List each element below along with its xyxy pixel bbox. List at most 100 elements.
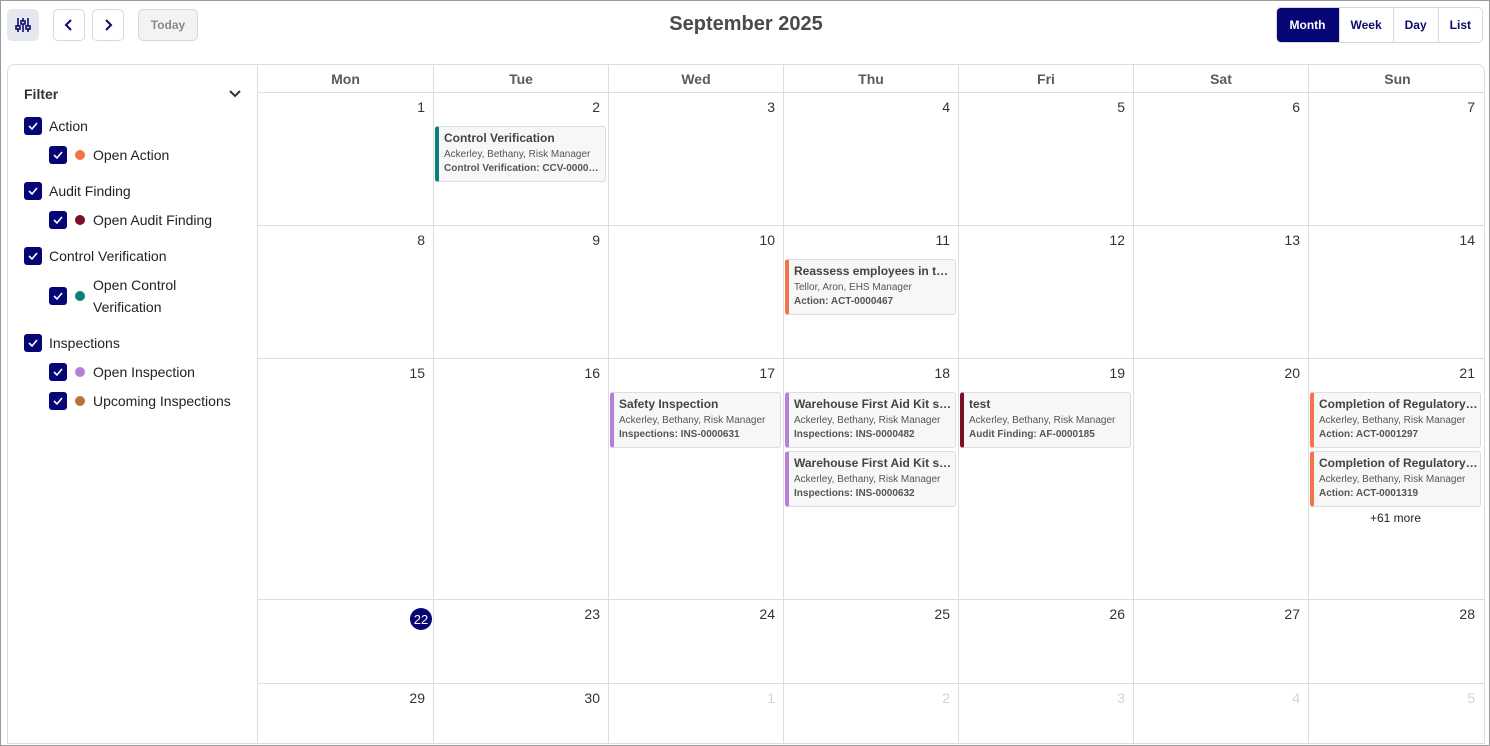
day-number[interactable]: 10	[735, 232, 775, 248]
day-cell[interactable]	[258, 599, 433, 683]
day-number[interactable]: 11	[910, 232, 950, 248]
event-record-id: Inspections: INS-0000631	[619, 429, 740, 440]
weekday-header-wed: Wed	[608, 65, 783, 92]
day-number[interactable]: 7	[1435, 99, 1475, 115]
calendar-event[interactable]: test Ackerley, Bethany, Risk Manager Audit…	[960, 392, 1131, 448]
day-number[interactable]: 28	[1435, 606, 1475, 622]
view-day-button[interactable]: Day	[1392, 8, 1438, 42]
event-record-id: Action: ACT-0001319	[1319, 488, 1419, 499]
day-number[interactable]: 2	[560, 99, 600, 115]
day-number[interactable]: 3	[735, 99, 775, 115]
checkbox[interactable]	[24, 117, 42, 135]
checkbox[interactable]	[49, 392, 67, 410]
event-assignee: Ackerley, Bethany, Risk Manager	[794, 474, 941, 485]
next-month-button[interactable]	[92, 9, 124, 41]
day-number[interactable]: 21	[1435, 365, 1475, 381]
filter-group-audit-finding[interactable]: Audit Finding	[24, 182, 131, 202]
view-switcher: Month Week Day List	[1275, 7, 1483, 43]
today-button[interactable]: Today	[138, 9, 198, 41]
day-number[interactable]: 16	[560, 365, 600, 381]
weekday-header-sun: Sun	[1308, 65, 1484, 92]
day-cell[interactable]	[258, 358, 433, 599]
day-number[interactable]: 5	[1085, 99, 1125, 115]
filter-group-control-verification[interactable]: Control Verification	[24, 247, 167, 267]
day-number[interactable]: 9	[560, 232, 600, 248]
color-dot-icon	[75, 291, 85, 301]
checkbox[interactable]	[24, 334, 42, 352]
day-number[interactable]: 4	[1260, 690, 1300, 706]
view-month-button[interactable]: Month	[1276, 8, 1339, 42]
page-title: September 2025	[669, 13, 823, 35]
color-dot-icon	[75, 215, 85, 225]
day-number[interactable]: 8	[385, 232, 425, 248]
event-title: Warehouse First Aid Kit safety check	[794, 456, 954, 470]
more-events-link[interactable]: +61 more	[1310, 511, 1481, 525]
calendar-event[interactable]: Warehouse First Aid Kit safety check Acke…	[785, 392, 956, 448]
filter-group-inspections[interactable]: Inspections	[24, 334, 120, 354]
day-number[interactable]: 18	[910, 365, 950, 381]
day-cell[interactable]	[1133, 358, 1308, 599]
day-number[interactable]: 5	[1435, 690, 1475, 706]
event-title: Control Verification	[444, 131, 555, 145]
weekday-header-mon: Mon	[331, 70, 360, 87]
day-number[interactable]: 26	[1085, 606, 1125, 622]
filter-item-upcoming-inspections[interactable]: Upcoming Inspections	[49, 392, 231, 412]
filter-group-action[interactable]: Action	[24, 117, 88, 137]
filter-item-open-audit-finding[interactable]: Open Audit Finding	[49, 211, 212, 231]
calendar-event[interactable]: Safety Inspection Ackerley, Bethany, Risk…	[610, 392, 781, 448]
day-number[interactable]: 6	[1260, 99, 1300, 115]
filter-toggle-button[interactable]	[7, 9, 39, 41]
day-number[interactable]: 15	[385, 365, 425, 381]
day-number[interactable]: 25	[910, 606, 950, 622]
filter-label: Audit Finding	[49, 183, 131, 199]
day-number[interactable]: 12	[1085, 232, 1125, 248]
day-number[interactable]: 27	[1260, 606, 1300, 622]
calendar-event[interactable]: Completion of Regulatory Review Ackerley,…	[1310, 392, 1481, 448]
color-dot-icon	[75, 396, 85, 406]
day-number[interactable]: 29	[385, 690, 425, 706]
filter-item-open-control-verification[interactable]: Open Control Verification	[49, 276, 203, 318]
event-title: test	[969, 397, 991, 411]
checkbox[interactable]	[49, 287, 67, 305]
view-week-button[interactable]: Week	[1338, 8, 1393, 42]
day-number[interactable]: 13	[1260, 232, 1300, 248]
day-number[interactable]: 14	[1435, 232, 1475, 248]
event-assignee: Ackerley, Bethany, Risk Manager	[1319, 474, 1466, 485]
day-number[interactable]: 23	[560, 606, 600, 622]
day-number[interactable]: 17	[735, 365, 775, 381]
checkbox[interactable]	[24, 247, 42, 265]
check-icon	[53, 292, 63, 301]
calendar-event[interactable]: Completion of Regulatory Review Ackerley,…	[1310, 451, 1481, 507]
event-title: Completion of Regulatory Review	[1319, 456, 1479, 470]
day-number[interactable]: 20	[1260, 365, 1300, 381]
filter-item-open-inspection[interactable]: Open Inspection	[49, 363, 195, 383]
filter-item-open-action[interactable]: Open Action	[49, 146, 169, 166]
calendar-event[interactable]: Warehouse First Aid Kit safety check Acke…	[785, 451, 956, 507]
filter-label: Open Inspection	[93, 364, 195, 380]
filter-label: Inspections	[49, 335, 120, 351]
check-icon	[53, 216, 63, 225]
checkbox[interactable]	[49, 363, 67, 381]
day-number[interactable]: 3	[1085, 690, 1125, 706]
day-number[interactable]: 30	[560, 690, 600, 706]
day-number[interactable]: 24	[735, 606, 775, 622]
day-number[interactable]: 1	[385, 99, 425, 115]
event-title: Reassess employees in the workplace	[794, 264, 954, 278]
checkbox[interactable]	[24, 182, 42, 200]
calendar-event[interactable]: Reassess employees in the workplace Tello…	[785, 259, 956, 315]
day-number[interactable]: 4	[910, 99, 950, 115]
day-number[interactable]: 1	[735, 690, 775, 706]
view-list-button[interactable]: List	[1437, 8, 1482, 42]
today-indicator[interactable]: 22	[410, 608, 432, 630]
checkbox[interactable]	[49, 146, 67, 164]
checkbox[interactable]	[49, 211, 67, 229]
event-assignee: Ackerley, Bethany, Risk Manager	[794, 415, 941, 426]
day-number[interactable]: 2	[910, 690, 950, 706]
calendar-event[interactable]: Control Verification Ackerley, Bethany, R…	[435, 126, 606, 182]
previous-month-button[interactable]	[53, 9, 85, 41]
day-cell[interactable]	[433, 358, 608, 599]
event-assignee: Ackerley, Bethany, Risk Manager	[969, 415, 1116, 426]
day-number[interactable]: 19	[1085, 365, 1125, 381]
event-record-id: Action: ACT-0001297	[1319, 429, 1419, 440]
chevron-down-icon[interactable]	[228, 87, 242, 101]
